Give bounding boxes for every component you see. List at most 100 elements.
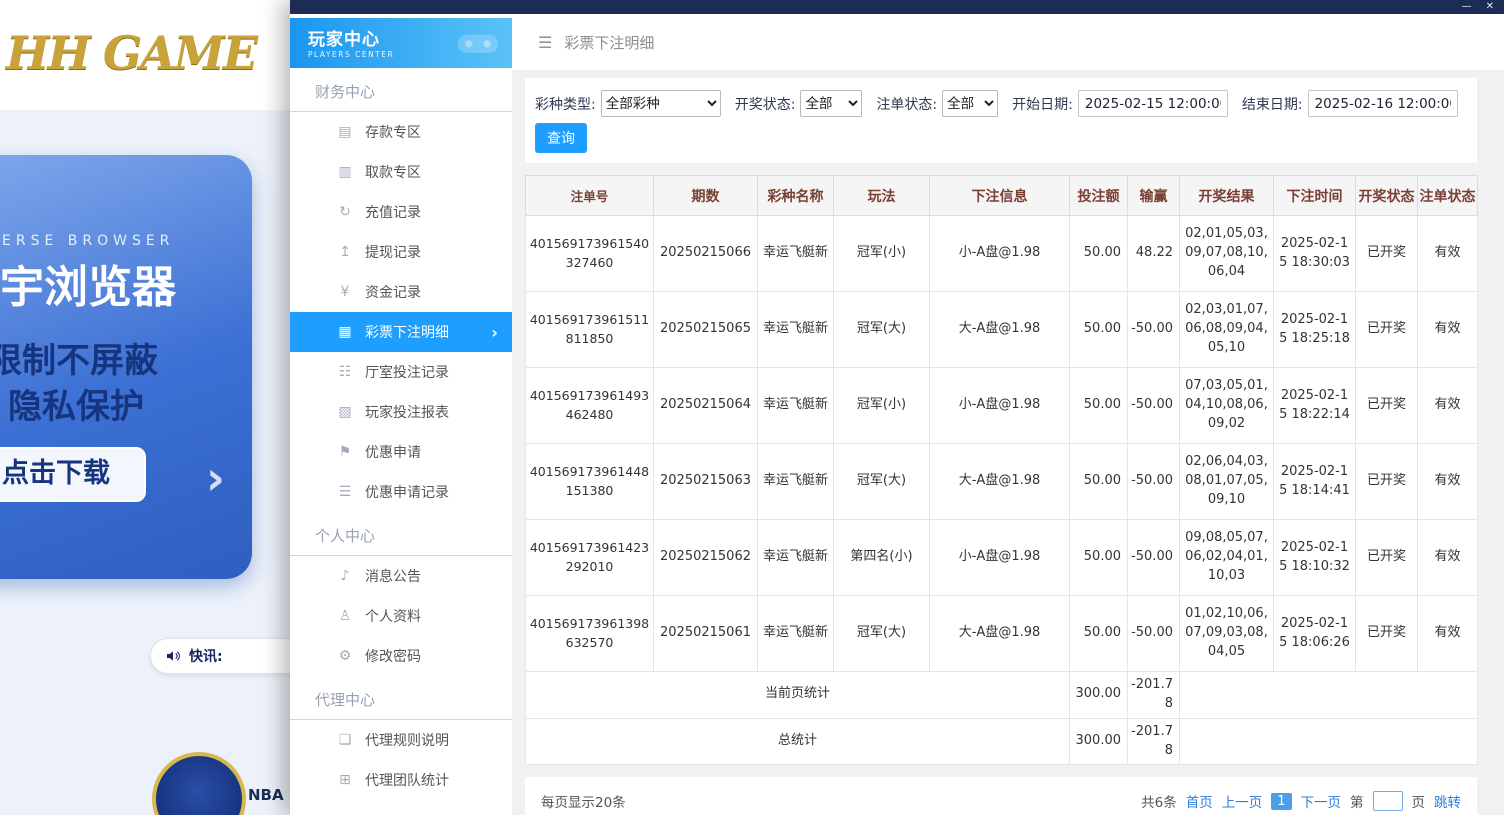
- next-page-link[interactable]: 下一页: [1301, 791, 1342, 811]
- speaker-icon: [165, 648, 181, 664]
- sidebar-item-change-password[interactable]: ⚙ 修改密码: [290, 636, 512, 676]
- header-period: 期数: [654, 176, 758, 216]
- cell-bet-info: 大-A盘@1.98: [930, 292, 1070, 368]
- chevron-right-icon: ›: [491, 323, 498, 342]
- cell-period: 20250215065: [654, 292, 758, 368]
- sidebar-item-label: 取款专区: [365, 162, 421, 182]
- pagination-bar: 每页显示20条 共6条 首页 上一页 1 下一页 第 页 跳转: [525, 777, 1477, 815]
- user-icon: ♙: [335, 608, 355, 624]
- cell-bet-time: 2025-02-15 18:06:26: [1274, 596, 1356, 672]
- cell-bet-no: 401569173961448151380: [526, 444, 654, 520]
- section-title-finance: 财务中心: [290, 68, 512, 112]
- sidebar-item-agent-team-stats[interactable]: ⊞ 代理团队统计: [290, 760, 512, 800]
- cell-play-method: 第四名(小): [834, 520, 930, 596]
- gamepad-icon: [456, 29, 500, 55]
- cell-bet-amount: 50.00: [1070, 368, 1128, 444]
- cell-win-loss: -50.00: [1128, 368, 1180, 444]
- hall-record-icon: ☷: [335, 364, 355, 380]
- sidebar-item-promo-apply[interactable]: ⚑ 优惠申请: [290, 432, 512, 472]
- header-bet-time: 下注时间: [1274, 176, 1356, 216]
- banner-feature-1: 限制不屏蔽: [0, 333, 158, 382]
- sidebar-item-messages[interactable]: ♪ 消息公告: [290, 556, 512, 596]
- cell-win-loss: -50.00: [1128, 596, 1180, 672]
- cell-win-loss: -50.00: [1128, 520, 1180, 596]
- lottery-type-select[interactable]: 全部彩种: [601, 90, 721, 117]
- sidebar-item-label: 代理规则说明: [365, 730, 449, 750]
- cell-period: 20250215064: [654, 368, 758, 444]
- end-date-input[interactable]: [1308, 90, 1458, 117]
- sidebar-item-label: 代理团队统计: [365, 770, 449, 790]
- withdraw-icon: ▥: [335, 164, 355, 180]
- sidebar-item-deposit[interactable]: ▤ 存款专区: [290, 112, 512, 152]
- filter-panel: 彩种类型: 全部彩种 开奖状态: 全部 注单状态: 全部 开始日期:: [525, 78, 1477, 163]
- current-page-badge[interactable]: 1: [1271, 793, 1291, 810]
- sidebar-item-withdraw[interactable]: ▥ 取款专区: [290, 152, 512, 192]
- start-date-input[interactable]: [1078, 90, 1228, 117]
- sidebar-item-lottery-bet-details[interactable]: ▦ 彩票下注明细 ›: [290, 312, 512, 352]
- header-draw-status: 开奖状态: [1356, 176, 1418, 216]
- cell-draw-status: 已开奖: [1356, 596, 1418, 672]
- table-row: 401569173961493462480 20250215064 幸运飞艇新 …: [526, 368, 1478, 444]
- sidebar-header: 玩家中心 PLAYERS CENTER: [290, 18, 512, 68]
- end-date-label: 结束日期:: [1242, 94, 1303, 114]
- menu-toggle-icon[interactable]: ☰: [538, 33, 552, 52]
- sidebar-item-profile[interactable]: ♙ 个人资料: [290, 596, 512, 636]
- sidebar-item-funds-records[interactable]: ¥ 资金记录: [290, 272, 512, 312]
- cell-draw-status: 已开奖: [1356, 444, 1418, 520]
- draw-status-select[interactable]: 全部: [800, 90, 862, 117]
- cell-period: 20250215062: [654, 520, 758, 596]
- download-button[interactable]: 点击下载: [0, 447, 146, 502]
- sidebar-item-recharge-records[interactable]: ↻ 充值记录: [290, 192, 512, 232]
- cell-bet-time: 2025-02-15 18:30:03: [1274, 216, 1356, 292]
- cell-lottery-name: 幸运飞艇新: [758, 520, 834, 596]
- sidebar-item-player-bet-report[interactable]: ▨ 玩家投注报表: [290, 392, 512, 432]
- sidebar-item-agent-rules[interactable]: ❏ 代理规则说明: [290, 720, 512, 760]
- cell-period: 20250215063: [654, 444, 758, 520]
- gear-icon: ⚙: [335, 648, 355, 664]
- player-center-window: — ✕ 玩家中心 PLAYERS CENTER 财务中心 ▤ 存款专区 ▥ 取款…: [290, 0, 1504, 815]
- sidebar-item-label: 提现记录: [365, 242, 421, 262]
- cell-bet-time: 2025-02-15 18:14:41: [1274, 444, 1356, 520]
- sidebar-item-label: 优惠申请: [365, 442, 421, 462]
- cell-bet-info: 小-A盘@1.98: [930, 520, 1070, 596]
- sidebar-item-label: 消息公告: [365, 566, 421, 586]
- sidebar-item-label: 厅室投注记录: [365, 362, 449, 382]
- sidebar-item-label: 优惠申请记录: [365, 482, 449, 502]
- first-page-link[interactable]: 首页: [1186, 791, 1213, 811]
- cell-period: 20250215061: [654, 596, 758, 672]
- sidebar-item-withdrawal-records[interactable]: ↥ 提现记录: [290, 232, 512, 272]
- page-jump-input[interactable]: [1373, 791, 1403, 811]
- cell-bet-amount: 50.00: [1070, 216, 1128, 292]
- cell-lottery-name: 幸运飞艇新: [758, 292, 834, 368]
- minimize-button[interactable]: —: [1462, 0, 1472, 14]
- cell-bet-status: 有效: [1418, 216, 1478, 292]
- cell-lottery-name: 幸运飞艇新: [758, 368, 834, 444]
- cell-bet-time: 2025-02-15 18:22:14: [1274, 368, 1356, 444]
- total-summary-bet-total: 300.00: [1070, 718, 1128, 765]
- prev-page-link[interactable]: 上一页: [1222, 791, 1263, 811]
- total-summary-row: 总统计 300.00 -201.78: [526, 718, 1478, 765]
- promo-banner: ERSE BROWSER 宇浏览器 限制不屏蔽 隐私保护 点击下载 ›: [0, 155, 252, 579]
- cell-lottery-name: 幸运飞艇新: [758, 216, 834, 292]
- cell-play-method: 冠军(大): [834, 292, 930, 368]
- total-summary-filler: [1180, 718, 1478, 765]
- cell-bet-info: 小-A盘@1.98: [930, 216, 1070, 292]
- cell-bet-status: 有效: [1418, 368, 1478, 444]
- jump-button[interactable]: 跳转: [1434, 791, 1461, 811]
- query-button[interactable]: 查询: [535, 123, 587, 153]
- sidebar-item-promo-apply-records[interactable]: ☰ 优惠申请记录: [290, 472, 512, 512]
- document-icon: ❏: [335, 732, 355, 748]
- bet-status-select[interactable]: 全部: [942, 90, 998, 117]
- cell-win-loss: -50.00: [1128, 444, 1180, 520]
- sidebar-item-label: 资金记录: [365, 282, 421, 302]
- jump-suffix-label: 页: [1412, 791, 1426, 811]
- start-date-label: 开始日期:: [1012, 94, 1073, 114]
- table-row: 401569173961423292010 20250215062 幸运飞艇新 …: [526, 520, 1478, 596]
- table-body: 401569173961540327460 20250215066 幸运飞艇新 …: [526, 216, 1478, 672]
- site-logo: HH GAME: [6, 26, 256, 80]
- close-button[interactable]: ✕: [1486, 0, 1494, 14]
- sidebar-item-hall-bet-records[interactable]: ☷ 厅室投注记录: [290, 352, 512, 392]
- promo-icon: ⚑: [335, 444, 355, 460]
- sidebar-item-label: 存款专区: [365, 122, 421, 142]
- page-summary-label: 当前页统计: [526, 672, 1070, 719]
